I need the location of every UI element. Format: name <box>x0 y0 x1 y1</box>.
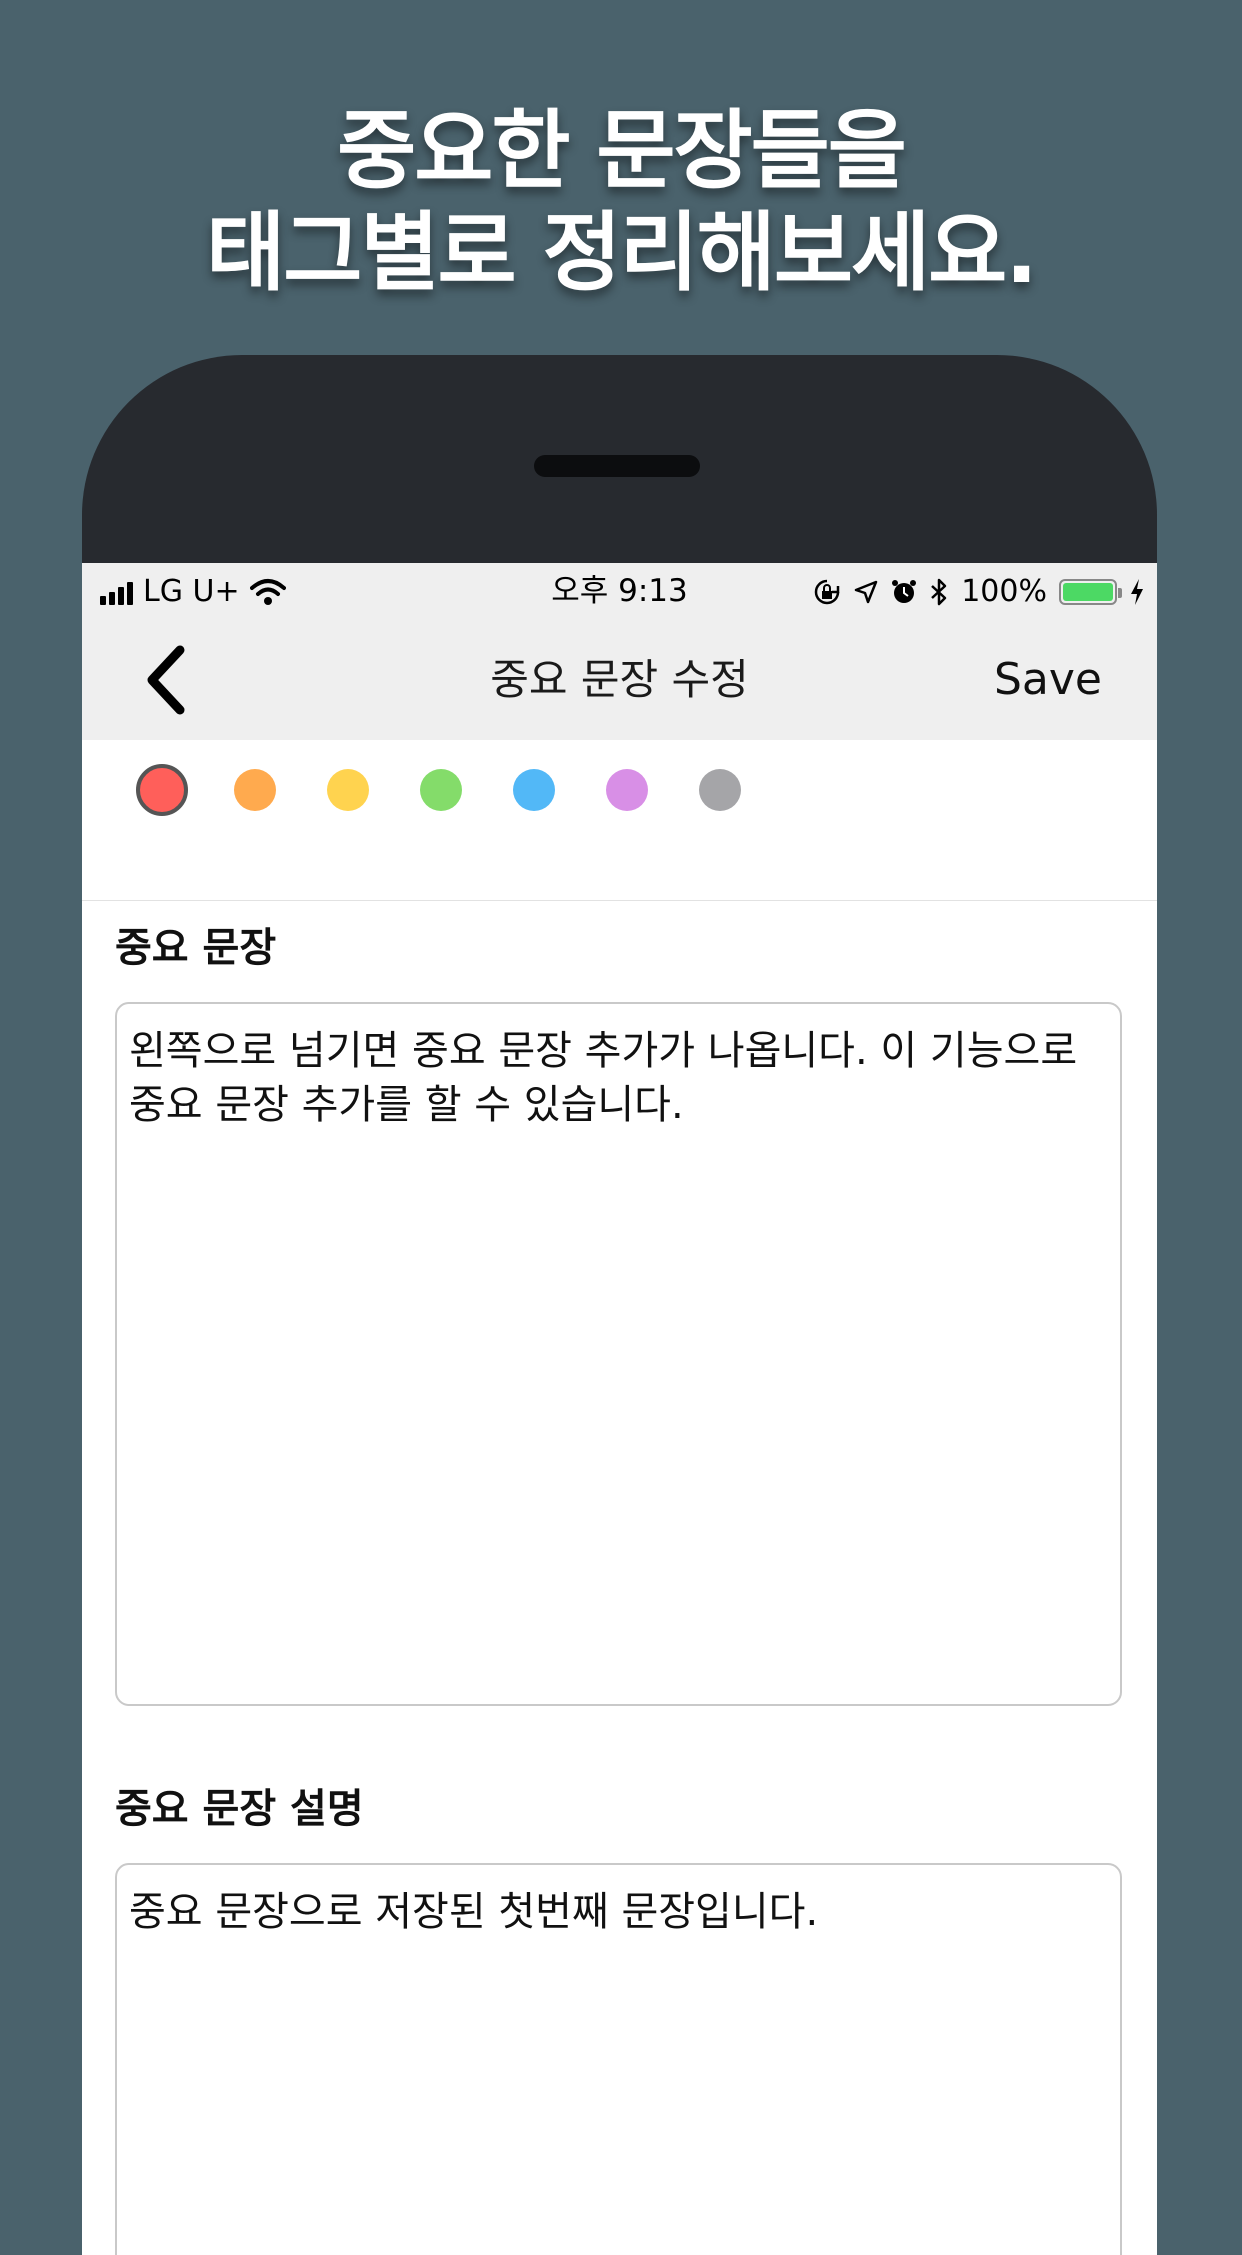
sentence-label: 중요 문장 <box>115 925 277 971</box>
alarm-icon <box>892 579 917 603</box>
sentence-textarea[interactable]: 왼쪽으로 넘기면 중요 문장 추가가 나옵니다. 이 기능으로 중요 문장 추가… <box>115 1002 1122 1706</box>
tag-color-green[interactable] <box>420 769 462 811</box>
promo-headline: 중요한 문장들을 태그별로 정리해보세요. <box>0 100 1242 304</box>
description-textarea[interactable]: 중요 문장으로 저장된 첫번째 문장입니다. <box>115 1863 1122 2255</box>
headline-line-2: 태그별로 정리해보세요. <box>206 203 1038 303</box>
charging-icon <box>1131 578 1143 605</box>
status-bar: LG U+ 오후 9:13 100% <box>82 563 1157 620</box>
back-button[interactable] <box>140 644 200 716</box>
location-icon <box>854 580 878 603</box>
carrier-label: LG U+ <box>143 574 240 609</box>
tag-color-purple[interactable] <box>606 769 648 811</box>
tag-color-picker <box>82 740 1157 901</box>
orientation-lock-icon <box>815 579 840 604</box>
chevron-left-icon <box>147 645 185 715</box>
phone-frame: LG U+ 오후 9:13 100% 중요 문장 수정 Save 중요 문장 왼… <box>82 355 1157 2255</box>
signal-icon <box>100 579 133 605</box>
description-label: 중요 문장 설명 <box>115 1786 364 1832</box>
tag-color-yellow[interactable] <box>327 769 369 811</box>
phone-speaker <box>534 455 700 477</box>
app-screen: LG U+ 오후 9:13 100% 중요 문장 수정 Save 중요 문장 왼… <box>82 563 1157 2255</box>
tag-color-gray[interactable] <box>699 769 741 811</box>
battery-icon <box>1059 578 1122 605</box>
tag-color-orange[interactable] <box>234 769 276 811</box>
save-button[interactable]: Save <box>994 620 1102 740</box>
battery-percent: 100% <box>961 574 1047 609</box>
tag-color-red[interactable] <box>136 764 188 816</box>
bluetooth-icon <box>931 578 947 605</box>
tag-color-blue[interactable] <box>513 769 555 811</box>
navigation-bar: 중요 문장 수정 Save <box>82 620 1157 740</box>
wifi-icon <box>249 578 286 605</box>
headline-line-1: 중요한 문장들을 <box>337 101 907 201</box>
